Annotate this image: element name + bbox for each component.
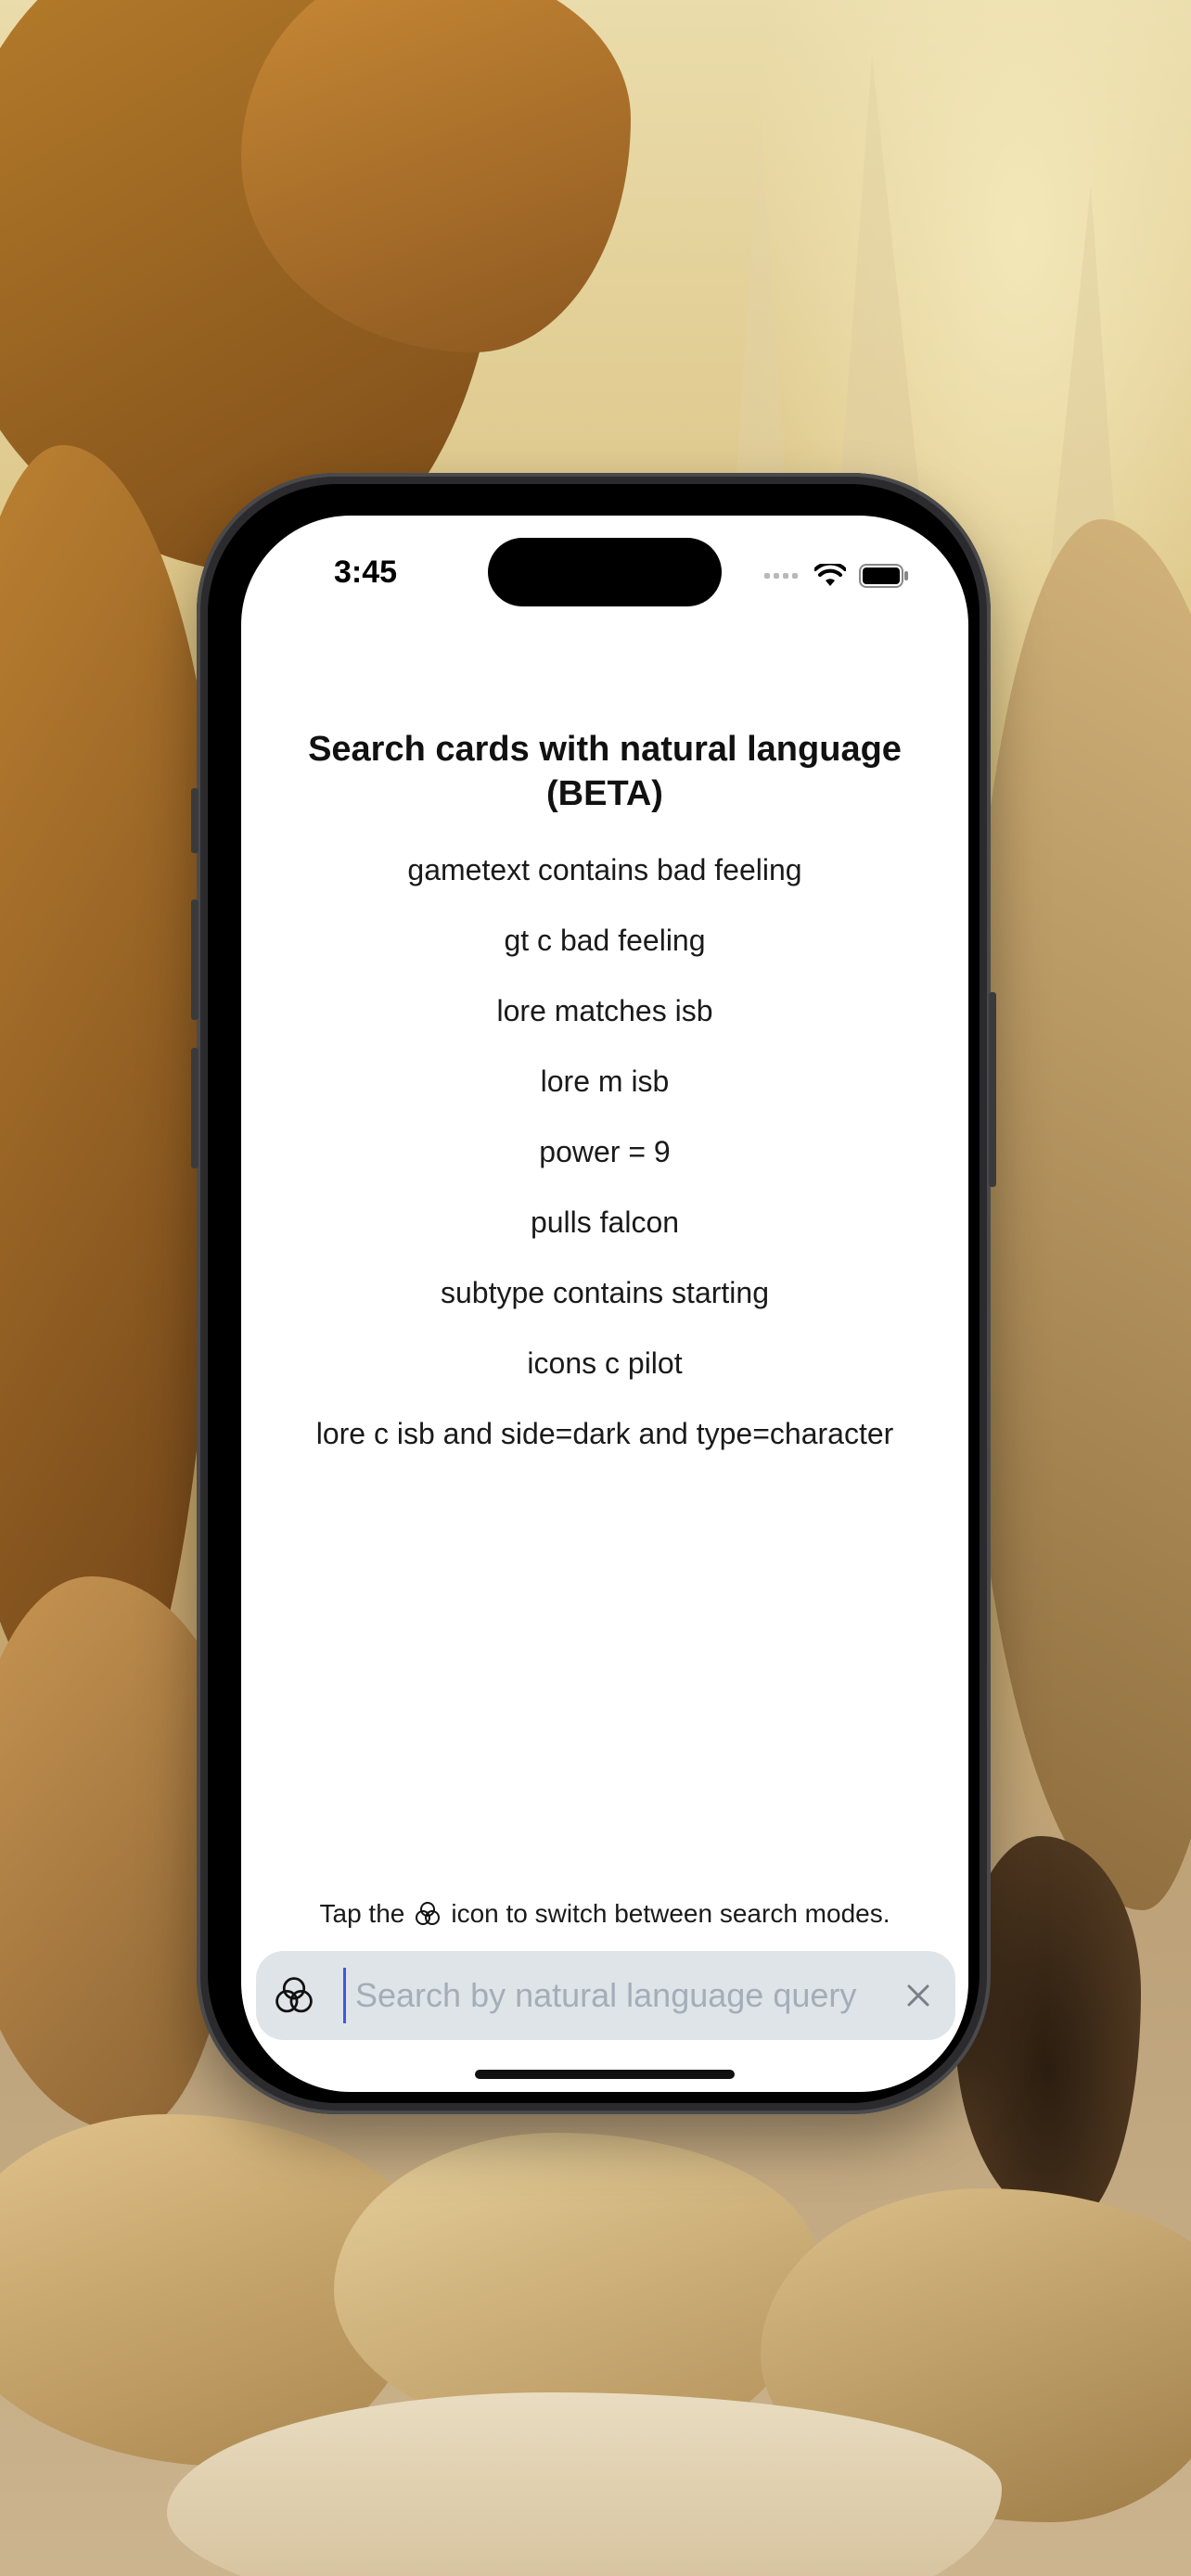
clear-search-button[interactable]	[881, 1951, 955, 2040]
battery-icon	[859, 564, 908, 588]
volume-down-button	[191, 1048, 198, 1168]
phone-device-frame: 3:45 Search cards with natural language …	[191, 473, 996, 2114]
example-queries-list: gametext contains bad feeling gt c bad f…	[260, 851, 950, 1486]
background-rock	[0, 445, 223, 1743]
close-icon	[907, 1984, 929, 2007]
wifi-icon	[814, 564, 846, 586]
example-query[interactable]: icons c pilot	[260, 1345, 950, 1415]
dynamic-island	[488, 538, 722, 606]
search-mode-toggle-button[interactable]	[256, 1951, 332, 2040]
power-button	[989, 992, 996, 1187]
status-icons	[764, 564, 909, 588]
example-query[interactable]: gt c bad feeling	[260, 922, 950, 992]
example-query[interactable]: subtype contains starting	[260, 1274, 950, 1345]
background-rock	[965, 519, 1191, 1910]
venn-rings-icon	[416, 1902, 441, 1925]
status-time: 3:45	[334, 555, 398, 590]
example-query[interactable]: lore matches isb	[260, 992, 950, 1063]
phone-bezel: 3:45 Search cards with natural language …	[208, 484, 980, 2103]
home-indicator[interactable]	[475, 2070, 735, 2079]
example-query[interactable]: lore c isb and side=dark and type=charac…	[260, 1415, 950, 1486]
volume-up-button	[191, 899, 198, 1020]
hint-text-after: icon to switch between search modes.	[451, 1899, 890, 1928]
example-query[interactable]: power = 9	[260, 1133, 950, 1204]
venn-rings-icon	[275, 1977, 313, 2013]
search-input[interactable]	[343, 1968, 881, 2023]
search-bar	[256, 1951, 955, 2040]
page-title: Search cards with natural language (BETA…	[308, 730, 902, 813]
phone-screen: 3:45 Search cards with natural language …	[241, 516, 968, 2092]
example-query[interactable]: gametext contains bad feeling	[260, 851, 950, 922]
action-button	[191, 788, 198, 853]
example-query[interactable]: lore m isb	[260, 1063, 950, 1133]
example-query[interactable]: pulls falcon	[260, 1204, 950, 1274]
hint-text-before: Tap the	[319, 1899, 405, 1928]
cellular-signal-icon	[764, 573, 798, 579]
search-mode-hint: Tap the icon to switch between search mo…	[260, 1899, 950, 1929]
